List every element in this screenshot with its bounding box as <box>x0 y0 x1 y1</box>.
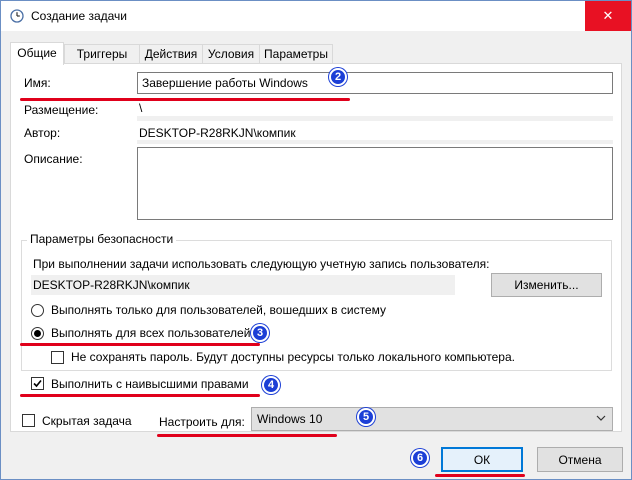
author-label: Автор: <box>24 126 61 140</box>
checkbox-hidden-task[interactable] <box>22 414 35 427</box>
location-label: Размещение: <box>24 103 99 117</box>
annotation-underline-all-users <box>20 343 260 346</box>
radio-logged-on-only[interactable] <box>31 304 44 317</box>
tab-settings[interactable]: Параметры <box>259 44 333 64</box>
checkbox-no-store-password[interactable] <box>51 351 64 364</box>
title-bar: Создание задачи ✕ <box>1 1 631 31</box>
highest-privileges-label[interactable]: Выполнить с наивысшими правами <box>51 377 249 391</box>
change-user-button[interactable]: Изменить... <box>491 273 602 297</box>
tab-actions[interactable]: Действия <box>139 44 203 64</box>
name-label: Имя: <box>24 76 51 90</box>
account-prompt: При выполнении задачи использовать следу… <box>33 257 490 271</box>
checkmark-icon <box>33 379 42 388</box>
author-value: DESKTOP-R28RKJN\компик <box>139 126 296 140</box>
clock-icon <box>10 9 24 23</box>
general-tab-panel: Имя: Завершение работы Windows 2 Размеще… <box>10 63 622 437</box>
author-readonly-bar <box>137 140 613 144</box>
account-field: DESKTOP-R28RKJN\компик <box>31 275 455 295</box>
close-icon: ✕ <box>602 8 614 23</box>
window-title: Создание задачи <box>31 9 127 23</box>
annotation-underline-name <box>20 98 350 101</box>
no-store-password-label[interactable]: Не сохранять пароль. Будут доступны ресу… <box>71 350 515 364</box>
description-label: Описание: <box>24 152 83 166</box>
annotation-badge-4: 4 <box>262 376 280 394</box>
annotation-underline-ok <box>435 474 525 477</box>
annotation-badge-2: 2 <box>329 68 347 86</box>
radio-all-users[interactable] <box>31 327 44 340</box>
hidden-task-label[interactable]: Скрытая задача <box>42 414 132 428</box>
configure-for-label: Настроить для: <box>159 415 245 429</box>
account-value: DESKTOP-R28RKJN\компик <box>33 278 190 292</box>
annotation-badge-6: 6 <box>411 449 429 467</box>
close-button[interactable]: ✕ <box>585 1 631 31</box>
create-task-window: Создание задачи ✕ Общие Триггеры Действи… <box>0 0 632 480</box>
annotation-badge-5: 5 <box>357 408 375 426</box>
annotation-underline-configure <box>157 434 337 437</box>
location-readonly-bar <box>137 116 613 121</box>
description-textarea[interactable] <box>137 147 613 220</box>
configure-for-select[interactable]: Windows 10 <box>251 407 613 431</box>
cancel-button[interactable]: Отмена <box>537 447 623 472</box>
chevron-down-icon <box>596 415 606 421</box>
security-group-title: Параметры безопасности <box>27 232 177 246</box>
name-input[interactable]: Завершение работы Windows <box>137 72 613 94</box>
ok-button[interactable]: ОК <box>441 447 523 472</box>
radio-logged-on-label[interactable]: Выполнять только для пользователей, воше… <box>51 303 386 317</box>
tab-triggers[interactable]: Триггеры <box>64 44 140 64</box>
radio-all-users-label[interactable]: Выполнять для всех пользователей <box>51 326 250 340</box>
annotation-badge-3: 3 <box>251 324 269 342</box>
annotation-underline-privileges <box>20 394 260 397</box>
location-value: \ <box>139 101 143 115</box>
tab-general[interactable]: Общие <box>10 42 64 65</box>
tab-conditions[interactable]: Условия <box>202 44 260 64</box>
checkbox-highest-privileges[interactable] <box>31 377 44 390</box>
